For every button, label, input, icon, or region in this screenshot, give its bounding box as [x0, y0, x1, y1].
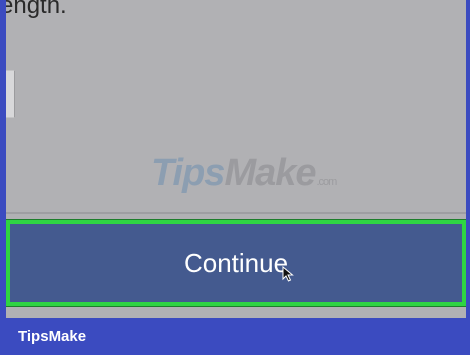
footer-bar: TipsMake — [0, 318, 470, 355]
screenshot-area: ength. TipsMake.com Continue — [6, 0, 466, 318]
cursor-arrow-icon — [282, 266, 294, 282]
watermark-suffix: .com — [316, 176, 338, 188]
continue-button-label: Continue — [183, 247, 289, 278]
text-input-edge[interactable] — [6, 70, 15, 118]
continue-button[interactable]: Continue — [6, 219, 466, 307]
cropped-instruction-text: ength. — [6, 0, 67, 19]
watermark-part2: Make — [224, 152, 316, 194]
watermark-part1: Tips — [151, 152, 225, 194]
divider — [6, 212, 466, 214]
watermark-logo: TipsMake.com — [151, 152, 338, 195]
footer-brand: TipsMake — [18, 328, 87, 345]
